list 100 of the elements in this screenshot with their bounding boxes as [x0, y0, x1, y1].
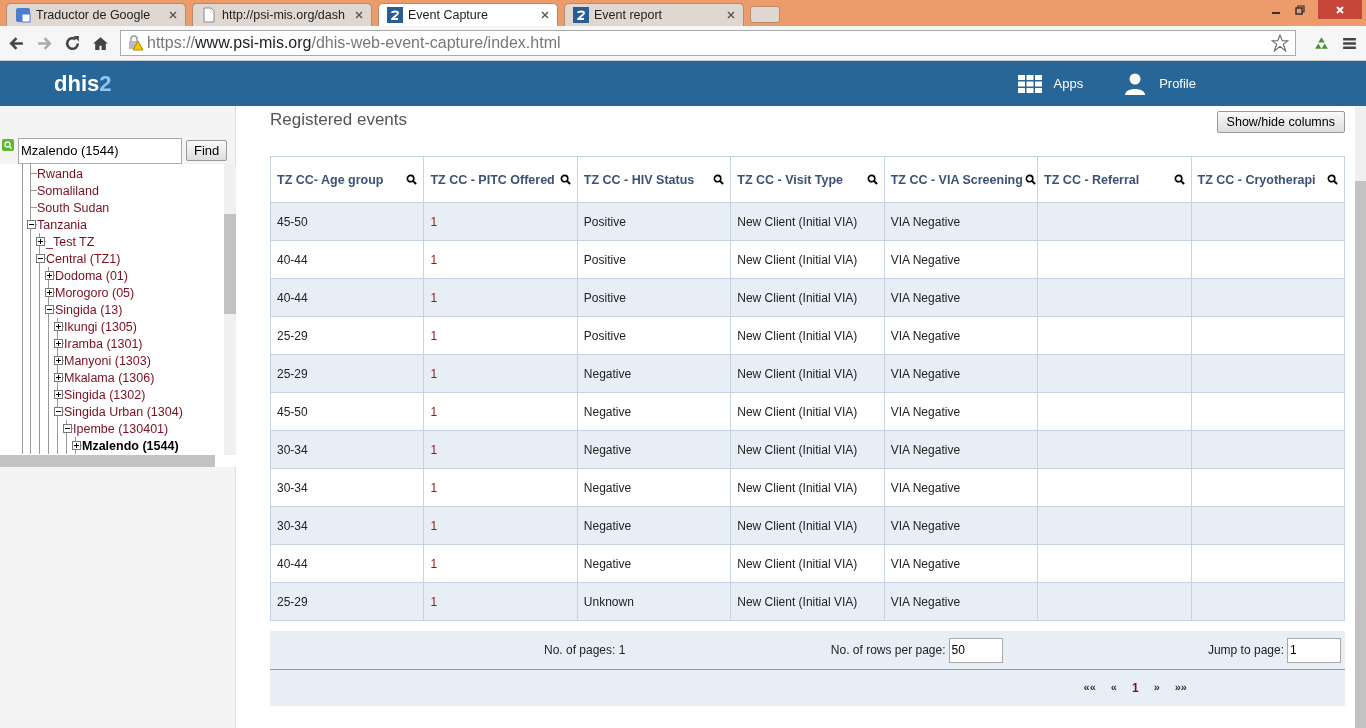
- column-header[interactable]: TZ CC - VIA Screening: [884, 156, 1038, 203]
- pagination-link[interactable]: »: [1153, 681, 1160, 695]
- plus-icon[interactable]: [54, 373, 63, 382]
- close-window-button[interactable]: [1318, 0, 1362, 19]
- table-cell: 30-34: [277, 518, 308, 533]
- search-icon[interactable]: [406, 174, 418, 185]
- reload-icon[interactable]: [64, 34, 81, 52]
- tree-item[interactable]: Ipembe (130401): [73, 421, 169, 436]
- tree-item[interactable]: Mkalama (1306): [64, 370, 155, 385]
- minus-icon[interactable]: [27, 220, 36, 229]
- header-link[interactable]: Apps: [1017, 72, 1084, 95]
- minus-icon[interactable]: [54, 407, 63, 416]
- table-cell: VIA Negative: [890, 556, 961, 571]
- column-header[interactable]: TZ CC - Referral: [1037, 156, 1192, 203]
- rows-per-page-label: No. of rows per page:: [830, 643, 946, 657]
- scrollbar[interactable]: [224, 164, 236, 455]
- person-icon: [1123, 72, 1148, 95]
- tree-item[interactable]: Iramba (1301): [64, 336, 143, 351]
- table-cell: 45-50: [277, 404, 308, 419]
- tree-item[interactable]: Morogoro (05): [55, 285, 135, 300]
- minus-icon[interactable]: [63, 424, 72, 433]
- table-cell: 25-29: [277, 328, 308, 343]
- table-cell: New Client (Initial VIA): [737, 252, 858, 267]
- header-link[interactable]: Profile: [1123, 72, 1196, 95]
- table-cell: 1: [430, 404, 438, 419]
- tree-item[interactable]: Rwanda: [37, 166, 83, 181]
- column-header[interactable]: TZ CC - Cryotherapi: [1191, 156, 1345, 203]
- minus-icon[interactable]: [36, 254, 45, 263]
- back-icon[interactable]: [8, 34, 25, 52]
- find-button[interactable]: Find: [186, 140, 228, 161]
- tree-item[interactable]: Singida (1302): [64, 387, 146, 402]
- scrollbar[interactable]: [1355, 106, 1366, 728]
- restore-icon[interactable]: [1294, 4, 1306, 16]
- star-icon[interactable]: [1271, 34, 1289, 52]
- minus-icon[interactable]: [45, 305, 54, 314]
- show-hide-columns-button[interactable]: Show/hide columns: [1216, 111, 1345, 133]
- close-icon[interactable]: [541, 11, 549, 19]
- tree-item[interactable]: Somaliland: [37, 183, 99, 198]
- table-cell: New Client (Initial VIA): [737, 594, 858, 609]
- home-icon[interactable]: [92, 34, 109, 52]
- pagination-link[interactable]: 1: [1131, 681, 1139, 695]
- pagination-link[interactable]: ««: [1083, 681, 1096, 695]
- search-icon[interactable]: [713, 174, 725, 185]
- table-cell: VIA Negative: [890, 328, 961, 343]
- browser-tab[interactable]: Traductor de Google: [6, 3, 186, 26]
- table-cell: Positive: [583, 252, 626, 267]
- close-icon[interactable]: [727, 11, 735, 19]
- close-icon[interactable]: [169, 11, 177, 19]
- search-icon[interactable]: [1173, 174, 1185, 185]
- search-icon[interactable]: [559, 174, 571, 185]
- search-icon[interactable]: [866, 174, 878, 185]
- tree-item[interactable]: Mzalendo (1544): [82, 438, 179, 453]
- table-cell: Negative: [583, 480, 632, 495]
- plus-icon[interactable]: [45, 271, 54, 280]
- column-header[interactable]: TZ CC - HIV Status: [577, 156, 731, 203]
- plus-icon[interactable]: [54, 390, 63, 399]
- dhis2-logo[interactable]: dhis2: [54, 70, 112, 97]
- search-field[interactable]: Mzalendo (1544): [18, 137, 182, 164]
- plus-icon[interactable]: [72, 441, 81, 450]
- pagination-link[interactable]: «: [1110, 681, 1117, 695]
- plus-icon[interactable]: [54, 356, 63, 365]
- tree-item[interactable]: Dodoma (01): [55, 268, 128, 283]
- search-icon[interactable]: [1327, 174, 1338, 185]
- jump-to-page-field[interactable]: 1: [1287, 637, 1341, 663]
- table-cell: 1: [430, 366, 438, 381]
- tree-item[interactable]: Ikungi (1305): [64, 319, 137, 334]
- table-cell: VIA Negative: [890, 518, 961, 533]
- table-cell: VIA Negative: [890, 252, 961, 267]
- table-cell: New Client (Initial VIA): [737, 214, 858, 229]
- column-header[interactable]: TZ CC- Age group: [270, 156, 424, 203]
- table-cell: 1: [430, 214, 438, 229]
- warning-lock-icon: [127, 35, 143, 51]
- search-icon[interactable]: [1024, 174, 1036, 185]
- scrollbar[interactable]: [0, 455, 215, 467]
- plus-icon[interactable]: [54, 322, 63, 331]
- close-icon[interactable]: [355, 11, 363, 19]
- tree-item[interactable]: Singida Urban (1304): [64, 404, 183, 419]
- table-cell: 1: [430, 328, 438, 343]
- table-cell: 40-44: [277, 252, 308, 267]
- table-cell: Negative: [583, 556, 632, 571]
- tree-item[interactable]: Singida (13): [55, 302, 123, 317]
- tree-item[interactable]: Central (TZ1): [46, 251, 121, 266]
- pagination-link[interactable]: »»: [1174, 681, 1187, 695]
- browser-tab[interactable]: Event Capture: [378, 3, 558, 26]
- plus-icon[interactable]: [54, 339, 63, 348]
- table-cell: New Client (Initial VIA): [737, 480, 858, 495]
- tree-item[interactable]: Tanzania: [37, 217, 88, 232]
- tree-item[interactable]: _Test TZ: [46, 234, 95, 249]
- plus-icon[interactable]: [45, 288, 54, 297]
- rows-per-page-field[interactable]: 50: [948, 637, 1003, 663]
- table-cell: 25-29: [277, 594, 308, 609]
- address-bar[interactable]: https://www.psi-mis.org/dhis-web-event-capture/index.html: [120, 30, 1296, 56]
- plus-icon[interactable]: [36, 237, 45, 246]
- tree-item[interactable]: Manyoni (1303): [64, 353, 151, 368]
- close-icon[interactable]: [1334, 3, 1346, 16]
- column-header[interactable]: TZ CC - Visit Type: [730, 156, 885, 203]
- browser-tab[interactable]: http://psi-mis.org/dash: [192, 3, 372, 26]
- tree-item[interactable]: South Sudan: [37, 200, 110, 215]
- browser-tab[interactable]: Event report: [564, 3, 744, 26]
- column-header[interactable]: TZ CC - PITC Offered: [423, 156, 578, 203]
